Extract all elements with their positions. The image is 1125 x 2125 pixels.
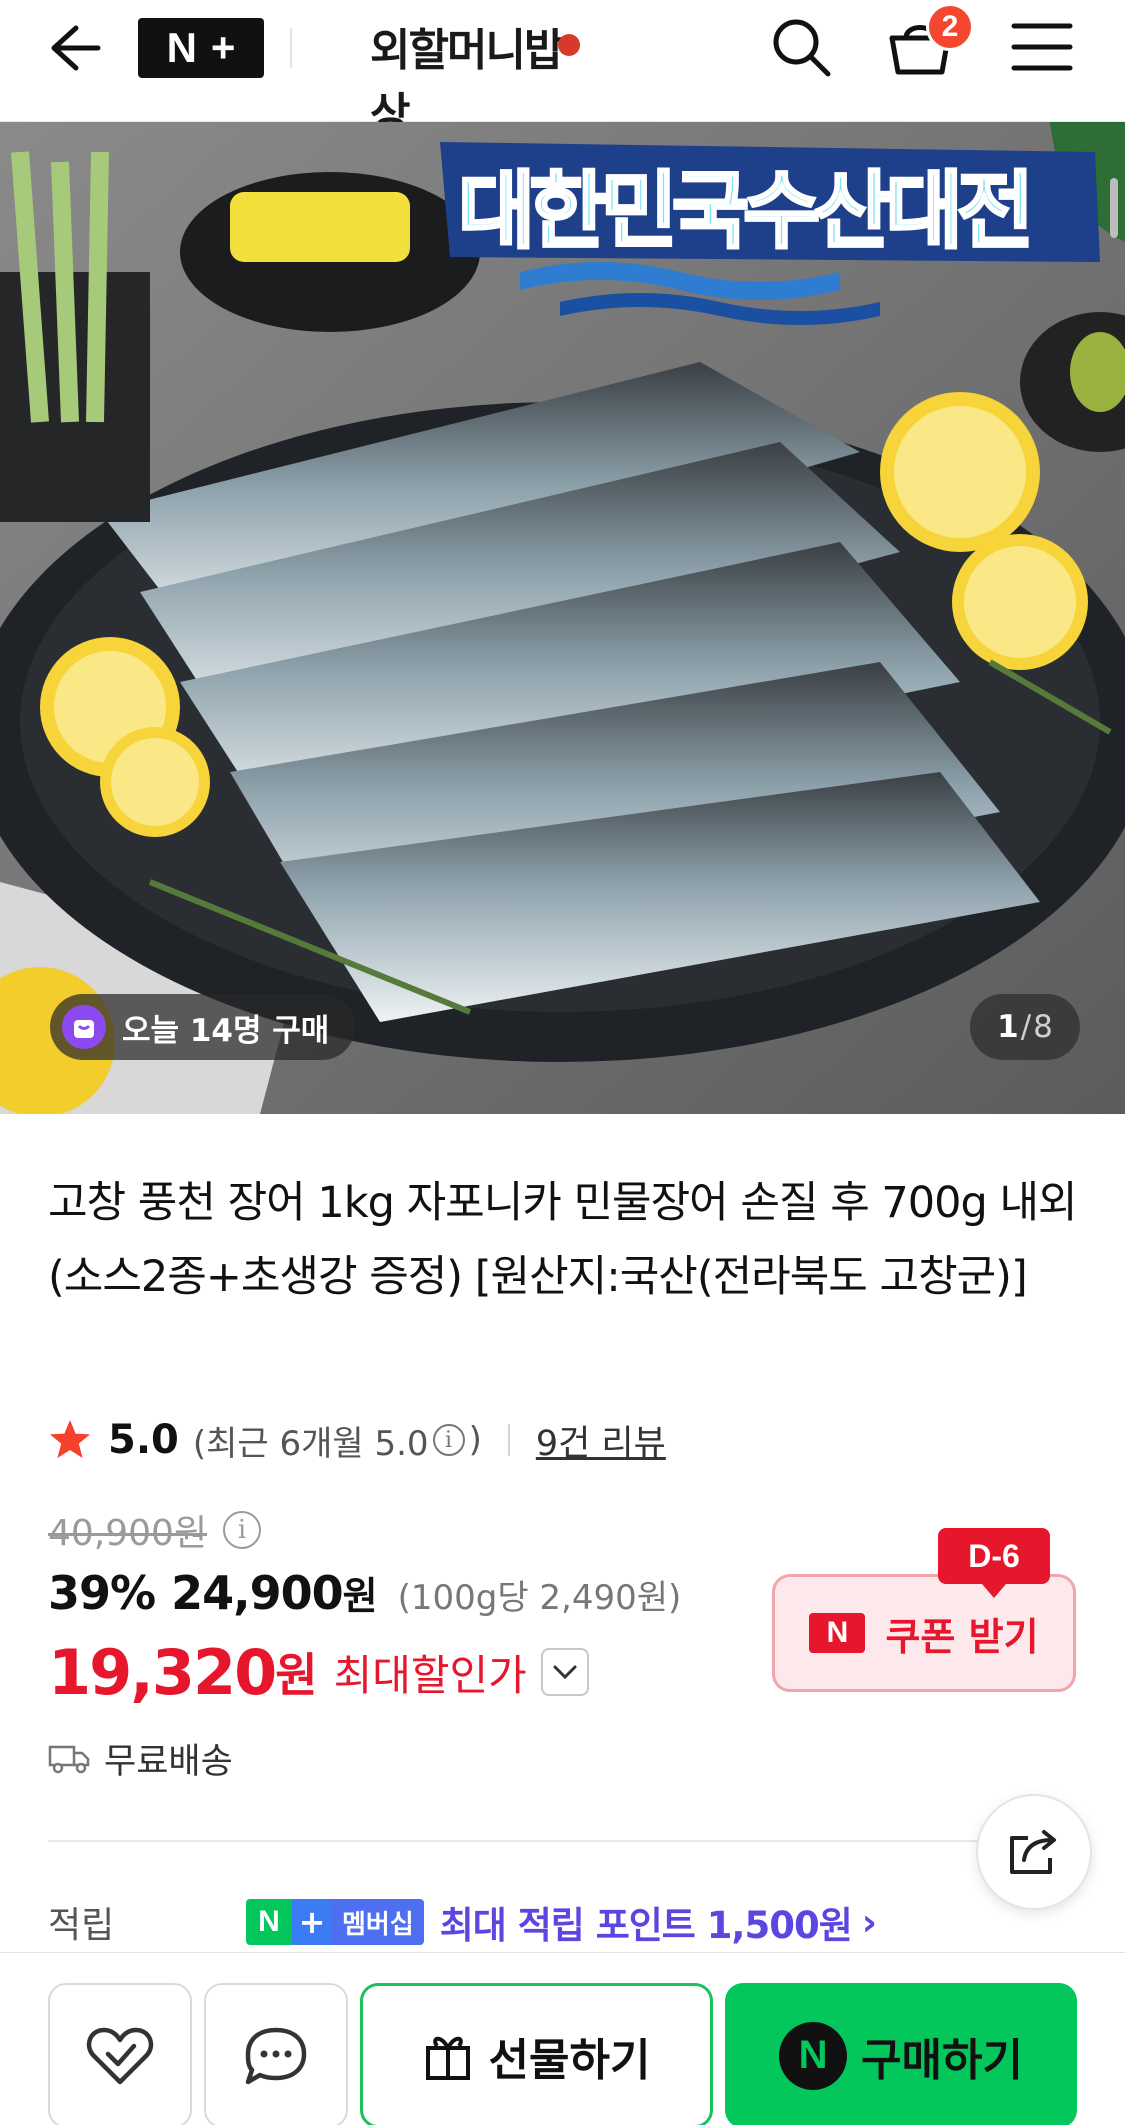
menu-button[interactable] — [1010, 18, 1074, 76]
coupon-button[interactable]: N 쿠폰 받기 — [772, 1574, 1076, 1692]
chat-bubble-icon — [245, 2027, 307, 2084]
points-chevron-icon: › — [861, 1900, 877, 1944]
buy-n-icon: N — [779, 2021, 848, 2090]
shipping-row: 무료배송 — [48, 1730, 233, 1786]
points-label: 적립 — [48, 1905, 115, 1946]
buy-button[interactable]: N 구매하기 — [725, 1983, 1077, 2125]
bottom-action-bar: 선물하기 N 구매하기 — [0, 1952, 1125, 2125]
discount-rate: 39% — [48, 1566, 156, 1620]
rating-value: 5.0 — [108, 1417, 179, 1463]
info-icon[interactable]: i — [432, 1424, 465, 1456]
gift-label: 선물하기 — [488, 2034, 651, 2086]
section-divider — [48, 1840, 1078, 1842]
coupon-dday-badge: D-6 — [938, 1528, 1050, 1598]
unit-price: (100g당 2,490원) — [397, 1578, 682, 1618]
max-discount-label: 최대할인가 — [333, 1650, 527, 1700]
product-image-carousel[interactable]: 대한민국수산대전 오늘 14명 구매 1 / 8 — [0, 122, 1125, 1114]
original-price: 40,900원 — [48, 1513, 208, 1554]
max-discount-price: 19,320 — [48, 1635, 277, 1709]
gift-icon — [425, 2036, 470, 2080]
product-title: 고창 풍천 장어 1kg 자포니카 민물장어 손질 후 700g 내외 (소스2… — [48, 1178, 1078, 1302]
membership-n: N — [246, 1899, 292, 1945]
top-header: N + 외할머니밥상 2 — [0, 0, 1125, 140]
search-icon — [773, 19, 831, 77]
menu-icon — [1011, 23, 1073, 71]
buy-label: 구매하기 — [861, 2034, 1023, 2086]
max-discount-unit: 원 — [275, 1648, 318, 1702]
sale-price-row: 39% 24,900 원 (100g당 2,490원) — [48, 1565, 681, 1629]
sale-price-unit: 원 — [342, 1574, 378, 1618]
nplus-plus: + — [210, 24, 236, 71]
points-row[interactable]: 적립 N + 멤버십 최대 적립 포인트 1,500원 › — [48, 1890, 1078, 1954]
max-discount-toggle[interactable] — [540, 1648, 589, 1696]
chat-button[interactable] — [204, 1983, 348, 2125]
wishlist-button[interactable] — [48, 1983, 192, 2125]
recent-rating-suffix: ) — [468, 1420, 482, 1460]
truck-icon — [48, 1745, 90, 1774]
cart-count-badge: 2 — [926, 3, 974, 51]
shipping-text: 무료배송 — [104, 1741, 233, 1782]
nplus-n: N — [166, 24, 197, 71]
page-total: 8 — [1033, 1009, 1053, 1045]
buyers-today-pill: 오늘 14명 구매 — [50, 994, 356, 1060]
back-arrow-icon — [51, 25, 101, 71]
brand-logo[interactable]: 외할머니밥상 — [370, 14, 580, 140]
max-discount-row: 19,320 원 최대할인가 — [48, 1632, 589, 1712]
membership-plus: + — [292, 1899, 332, 1945]
original-price-row: 40,900원 i — [48, 1502, 265, 1558]
nplus-store-logo[interactable]: N + — [138, 18, 264, 78]
page-current: 1 — [997, 1009, 1019, 1045]
star-icon — [50, 1420, 90, 1458]
coupon-label: 쿠폰 받기 — [885, 1614, 1039, 1659]
rating-row: 5.0 (최근 6개월 5.0 i ) 9건 리뷰 — [48, 1410, 666, 1470]
image-page-indicator: 1 / 8 — [970, 994, 1080, 1060]
purchase-bag-icon — [62, 1005, 106, 1049]
back-button[interactable] — [40, 18, 106, 78]
buyers-today-text: 오늘 14명 구매 — [122, 1012, 330, 1049]
share-icon — [1010, 1830, 1056, 1874]
coupon-n-icon: N — [809, 1613, 866, 1653]
max-points-text: 최대 적립 포인트 1,500원 — [439, 1904, 853, 1947]
membership-text: 멤버십 — [332, 1899, 424, 1945]
search-button[interactable] — [768, 14, 834, 80]
brand-seal-icon — [558, 34, 580, 56]
sale-price: 24,900 — [171, 1566, 344, 1620]
chevron-down-icon — [553, 1665, 577, 1680]
recent-rating-prefix: (최근 6개월 5.0 — [192, 1423, 429, 1464]
page-separator: / — [1020, 1009, 1032, 1045]
header-divider — [290, 28, 292, 68]
hero-scroll-indicator — [1110, 178, 1118, 238]
banner-title: 대한민국수산대전 — [458, 162, 1028, 260]
membership-badge: N + 멤버십 — [246, 1899, 424, 1945]
rating-divider — [507, 1424, 510, 1456]
product-photo: 대한민국수산대전 — [0, 122, 1125, 1114]
price-info-icon[interactable]: i — [223, 1511, 262, 1549]
heart-check-icon — [86, 2027, 154, 2084]
gift-button[interactable]: 선물하기 — [360, 1983, 713, 2125]
review-count-link[interactable]: 9건 리뷰 — [536, 1415, 666, 1466]
